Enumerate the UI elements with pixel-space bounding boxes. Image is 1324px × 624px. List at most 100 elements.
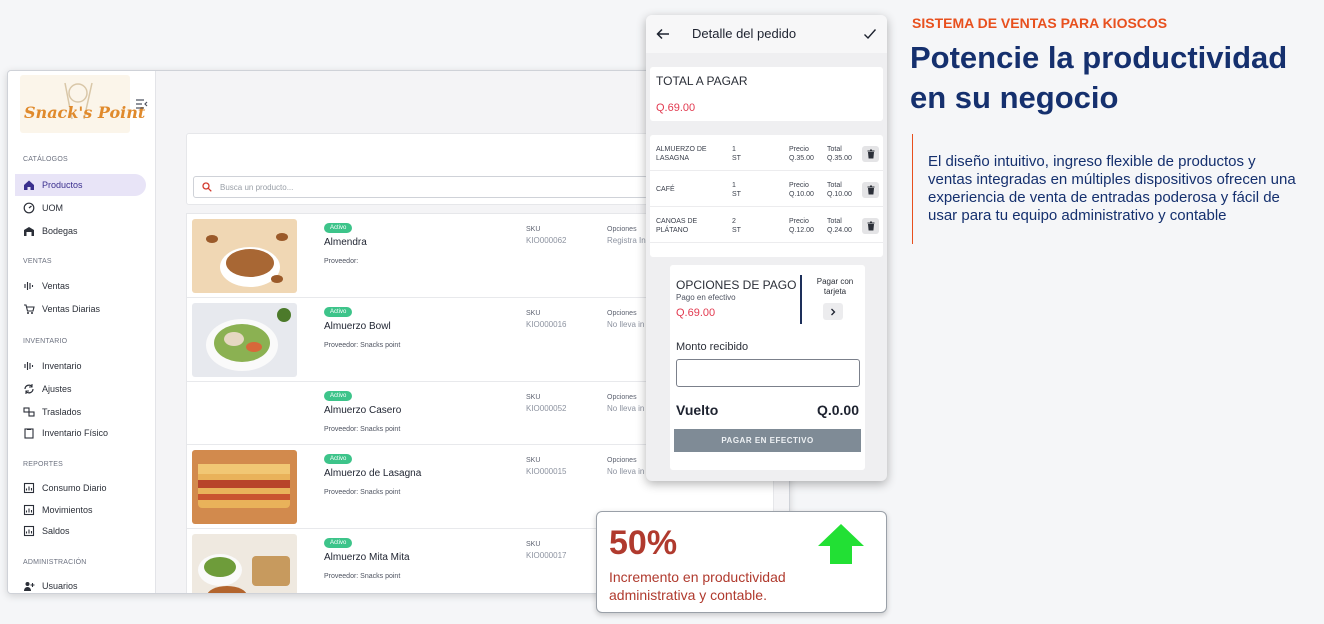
status-badge: Activo [324, 538, 353, 548]
bars-icon [24, 282, 34, 290]
sidebar-item-label: Productos [42, 180, 83, 190]
item-price: Q.10.00 [789, 191, 814, 198]
delete-item-button[interactable] [862, 218, 879, 234]
received-label: Monto recibido [676, 341, 749, 353]
item-total: Q.24.00 [827, 227, 852, 234]
sidebar-item-label: Usuarios [42, 581, 78, 591]
clipboard-icon [24, 428, 34, 439]
report-icon [23, 504, 35, 516]
item-price-label: Precio [789, 146, 809, 153]
sku-value: KIO000015 [526, 467, 567, 476]
card-pay-line2: tarjeta [823, 287, 847, 296]
item-total-label: Total [827, 146, 842, 153]
order-item: CANOAS DE PLÁTANO 2 ST Precio Q.12.00 Total Q.2… [650, 207, 883, 243]
payment-amount: Q.69.00 [676, 307, 716, 319]
sidebar-item-movimientos[interactable]: Movimientos [15, 499, 146, 521]
product-name: Almuerzo de Lasagna [324, 468, 422, 479]
sidebar-item-inventario[interactable]: Inventario [15, 355, 146, 377]
product-image [192, 450, 297, 524]
item-price-label: Precio [789, 182, 809, 189]
accent-line [912, 134, 913, 244]
product-name: Almuerzo Casero [324, 405, 402, 416]
item-qty: 1 [732, 146, 736, 153]
item-price: Q.35.00 [789, 155, 814, 162]
cart-icon [24, 304, 35, 314]
report-icon [23, 525, 35, 537]
sidebar-item-consumo-diario[interactable]: Consumo Diario [15, 477, 146, 499]
item-name-line2: LASAGNA [656, 155, 690, 162]
sidebar-item-bodegas[interactable]: Bodegas [15, 220, 146, 242]
sku-value: KIO000016 [526, 320, 567, 329]
options-label: Opciones [607, 310, 637, 317]
sidebar-section-title: REPORTES [23, 461, 63, 468]
item-name: CAFÉ [656, 185, 675, 194]
product-provider: Proveedor: Snacks point [324, 426, 401, 433]
status-badge: Activo [324, 391, 353, 401]
chevron-right-icon [831, 308, 836, 315]
card-pay-button[interactable] [823, 303, 843, 320]
item-name-line2: PLÁTANO [656, 227, 689, 234]
sidebar-item-label: Ventas Diarias [42, 304, 101, 314]
sidebar-section-title: VENTAS [23, 258, 52, 265]
sidebar-section-title: ADMINISTRACIÓN [23, 559, 87, 566]
product-provider: Proveedor: [324, 258, 359, 265]
sidebar-item-uom[interactable]: UOM [15, 197, 146, 219]
product-provider: Proveedor: Snacks point [324, 342, 401, 349]
sidebar-item-label: Inventario [42, 361, 82, 371]
item-qty: 1 [732, 182, 736, 189]
payment-divider [800, 275, 802, 324]
item-name-line1: ALMUERZO DE [656, 146, 707, 153]
item-unit: ST [732, 227, 741, 234]
change-label: Vuelto [676, 402, 719, 418]
search-icon [202, 182, 212, 192]
headline: Potencie la productividad en su negocio [910, 40, 1288, 115]
item-unit: ST [732, 191, 741, 198]
sync-icon [24, 384, 34, 394]
gauge-icon [23, 202, 35, 214]
back-arrow-icon[interactable] [656, 27, 670, 41]
menu-collapse-icon[interactable] [136, 99, 148, 109]
search-input[interactable]: Busca un producto... [193, 176, 648, 198]
item-total-label: Total [827, 182, 842, 189]
sidebar-item-productos[interactable]: Productos [15, 174, 146, 196]
item-total-label: Total [827, 218, 842, 225]
sidebar-item-inventario-f-sico[interactable]: Inventario Físico [15, 422, 146, 444]
pay-cash-button[interactable]: PAGAR EN EFECTIVO [674, 429, 861, 452]
delete-item-button[interactable] [862, 182, 879, 198]
arrow-up-icon [818, 524, 864, 564]
logo: Snack's Point [20, 75, 145, 133]
sidebar-item-ventas-diarias[interactable]: Ventas Diarias [15, 298, 146, 320]
trash-icon [867, 221, 874, 231]
sidebar-item-label: Consumo Diario [42, 483, 107, 493]
sku-label: SKU [526, 226, 541, 233]
sidebar-item-label: Traslados [42, 407, 82, 417]
order-item: CAFÉ 1 ST Precio Q.10.00 Total Q.10.00 [650, 171, 883, 207]
delete-item-button[interactable] [862, 146, 879, 162]
sidebar-item-ventas[interactable]: Ventas [15, 275, 146, 297]
sku-label: SKU [526, 457, 541, 464]
sidebar-item-usuarios[interactable]: Usuarios [15, 575, 146, 593]
total-value: Q.69.00 [656, 102, 696, 114]
sidebar-item-saldos[interactable]: Saldos [15, 520, 146, 542]
eyebrow-title: SISTEMA DE VENTAS PARA KIOSCOS [912, 15, 1168, 31]
check-icon[interactable] [863, 27, 877, 41]
sidebar-item-label: Bodegas [42, 226, 78, 236]
sidebar-item-ajustes[interactable]: Ajustes [15, 378, 146, 400]
options-label: Opciones [607, 457, 637, 464]
item-name: ALMUERZO DE LASAGNA [656, 145, 707, 163]
report-icon [23, 482, 35, 494]
stat-card: 50% Incremento en productividad administ… [596, 511, 887, 613]
options-value: No lleva in [607, 467, 645, 476]
sku-value: KIO000062 [526, 236, 567, 245]
received-amount-input[interactable] [676, 359, 860, 387]
item-price: Q.12.00 [789, 227, 814, 234]
options-value: Registra In [607, 236, 646, 245]
payment-title: OPCIONES DE PAGO [676, 278, 797, 292]
options-value: No lleva in [607, 404, 645, 413]
total-card: TOTAL A PAGAR Q.69.00 [650, 67, 883, 121]
sidebar-item-traslados[interactable]: Traslados [15, 401, 146, 423]
sku-label: SKU [526, 394, 541, 401]
product-name: Almuerzo Mita Mita [324, 552, 410, 563]
sku-value: KIO000052 [526, 404, 567, 413]
item-total: Q.10.00 [827, 191, 852, 198]
